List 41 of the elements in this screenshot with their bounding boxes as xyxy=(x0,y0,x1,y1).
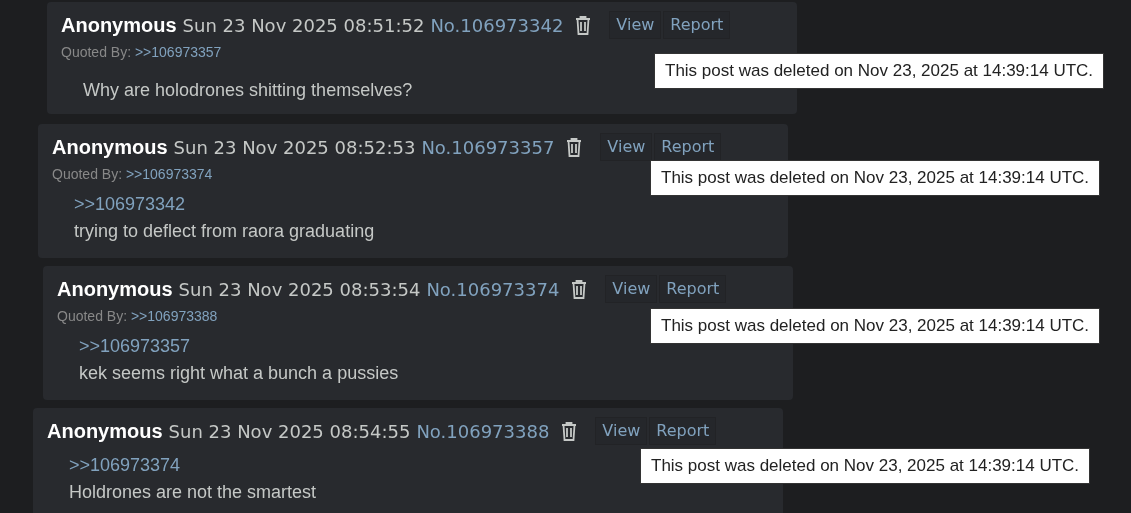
post-number-link[interactable]: No.106973374 xyxy=(426,275,560,303)
quote-link[interactable]: >>106973374 xyxy=(125,166,213,182)
deleted-tooltip: This post was deleted on Nov 23, 2025 at 14:39:14 UTC. xyxy=(654,53,1105,89)
deleted-tooltip: This post was deleted on Nov 23, 2025 at 14:39:14 UTC. xyxy=(650,308,1101,344)
quoted-by-label: Quoted By: xyxy=(61,44,132,60)
post-date: Sun 23 Nov 2025 08:54:55 xyxy=(168,419,411,444)
view-button[interactable]: View xyxy=(609,11,662,39)
post-date: Sun 23 Nov 2025 08:53:54 xyxy=(178,277,421,302)
poster-name: Anonymous xyxy=(61,13,177,38)
post-date: Sun 23 Nov 2025 08:52:53 xyxy=(173,135,416,160)
quoted-by-label: Quoted By: xyxy=(52,166,123,182)
deleted-tooltip: This post was deleted on Nov 23, 2025 at 14:39:14 UTC. xyxy=(650,160,1101,196)
delete-icon[interactable] xyxy=(561,421,578,441)
quote-link[interactable]: >>106973357 xyxy=(79,336,191,356)
post-text: kek seems right what a bunch a pussies xyxy=(79,363,399,383)
view-button[interactable]: View xyxy=(600,133,653,161)
view-button[interactable]: View xyxy=(605,275,658,303)
view-button[interactable]: View xyxy=(595,417,648,445)
post-number-link[interactable]: No.106973342 xyxy=(430,11,564,39)
report-button[interactable]: Report xyxy=(663,11,731,39)
quote-link[interactable]: >>106973342 xyxy=(74,194,186,214)
poster-name: Anonymous xyxy=(57,277,173,302)
post-date: Sun 23 Nov 2025 08:51:52 xyxy=(182,13,425,38)
post-text: Why are holodrones shitting themselves? xyxy=(83,80,413,100)
report-button[interactable]: Report xyxy=(654,133,722,161)
delete-icon[interactable] xyxy=(571,279,588,299)
report-button[interactable]: Report xyxy=(649,417,717,445)
quote-link[interactable]: >>106973374 xyxy=(69,455,181,475)
quote-link[interactable]: >>106973388 xyxy=(130,308,218,324)
post-text: trying to deflect from raora graduating xyxy=(74,221,375,241)
delete-icon[interactable] xyxy=(566,137,583,157)
post-text: Holdrones are not the smartest xyxy=(69,482,317,502)
quoted-by-label: Quoted By: xyxy=(57,308,128,324)
deleted-tooltip: This post was deleted on Nov 23, 2025 at 14:39:14 UTC. xyxy=(640,448,1091,484)
poster-name: Anonymous xyxy=(52,135,168,160)
quote-link[interactable]: >>106973357 xyxy=(134,44,222,60)
report-button[interactable]: Report xyxy=(659,275,727,303)
post-number-link[interactable]: No.106973357 xyxy=(421,133,555,161)
poster-name: Anonymous xyxy=(47,419,163,444)
post-number-link[interactable]: No.106973388 xyxy=(416,417,550,445)
delete-icon[interactable] xyxy=(575,15,592,35)
